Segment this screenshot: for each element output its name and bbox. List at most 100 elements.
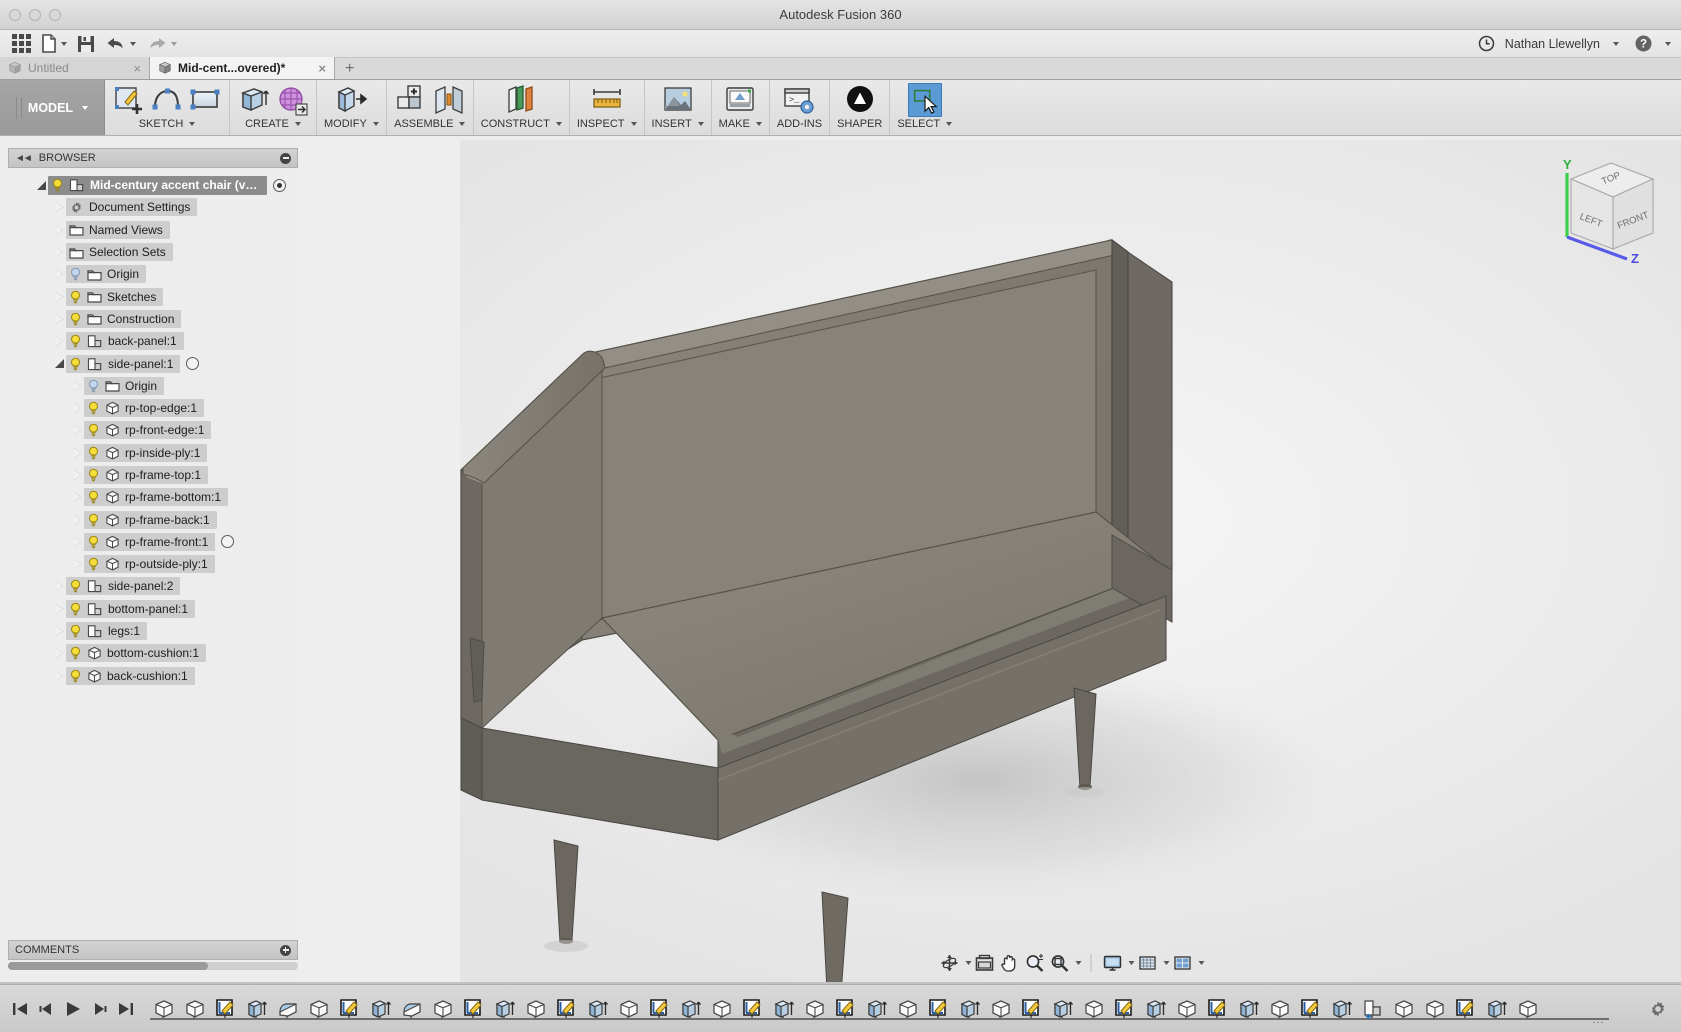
timeline-feature[interactable]	[861, 993, 892, 1025]
circle-minus-icon[interactable]	[280, 152, 291, 164]
visibility-bulb-icon[interactable]	[87, 557, 100, 571]
expander-expand-icon[interactable]	[52, 648, 66, 659]
visibility-bulb-icon[interactable]	[69, 267, 82, 281]
tree-row-bottom-cushion-1[interactable]: bottom-cushion:1	[8, 642, 298, 664]
tree-row-rp-frame-bottom-1[interactable]: rp-frame-bottom:1	[8, 486, 298, 508]
redo-button[interactable]	[142, 32, 181, 56]
tree-item-chip[interactable]: Document Settings	[66, 198, 198, 217]
tree-row-back-panel-1[interactable]: back-panel:1	[8, 330, 298, 352]
timeline-feature[interactable]	[1140, 993, 1171, 1025]
visibility-bulb-icon[interactable]	[69, 334, 82, 348]
timeline-feature[interactable]	[613, 993, 644, 1025]
timeline-feature[interactable]	[148, 993, 179, 1025]
timeline-feature[interactable]	[396, 993, 427, 1025]
timeline-feature[interactable]	[1233, 993, 1264, 1025]
timeline-feature[interactable]	[272, 993, 303, 1025]
timeline-feature[interactable]	[303, 993, 334, 1025]
document-tab-untitled[interactable]: Untitled ×	[0, 57, 150, 79]
timeline-feature[interactable]	[644, 993, 675, 1025]
timeline-feature[interactable]	[1078, 993, 1109, 1025]
visibility-bulb-icon[interactable]	[87, 535, 100, 549]
timeline-feature[interactable]	[799, 993, 830, 1025]
browser-horizontal-scrollbar[interactable]	[8, 962, 298, 970]
help-button[interactable]: ?	[1635, 35, 1652, 52]
tree-item-chip[interactable]: rp-frame-back:1	[84, 510, 217, 529]
activate-component-radio-icon[interactable]	[221, 535, 235, 549]
chevron-down-icon[interactable]	[1665, 41, 1671, 46]
new-document-button[interactable]	[37, 32, 71, 56]
tree-item-chip[interactable]: rp-frame-top:1	[84, 466, 209, 484]
zoom-button[interactable]	[1022, 952, 1046, 974]
traffic-lights[interactable]	[9, 0, 61, 30]
offset-plane-icon[interactable]	[504, 83, 538, 117]
visibility-bulb-icon[interactable]	[69, 312, 82, 326]
tree-row-document-settings[interactable]: Document Settings	[8, 196, 298, 218]
viewports-button[interactable]	[1170, 952, 1194, 974]
tree-row-side-panel-1[interactable]: side-panel:1	[8, 352, 298, 374]
timeline-feature[interactable]	[520, 993, 551, 1025]
visibility-bulb-icon[interactable]	[69, 646, 82, 660]
timeline-track[interactable]: …	[146, 985, 1639, 1032]
new-component-icon[interactable]	[394, 83, 428, 117]
create-sketch-icon[interactable]	[112, 83, 146, 117]
3d-print-icon[interactable]	[723, 83, 757, 117]
timeline-feature[interactable]	[737, 993, 768, 1025]
tree-row-rp-frame-top-1[interactable]: rp-frame-top:1	[8, 464, 298, 486]
document-tab-chair[interactable]: Mid-cent...overed)* ×	[150, 57, 335, 79]
timeline-feature[interactable]	[365, 993, 396, 1025]
ribbon-panel-label[interactable]: MAKE	[719, 118, 762, 130]
chevron-down-icon[interactable]	[1075, 961, 1081, 965]
circle-plus-icon[interactable]	[280, 944, 291, 956]
timeline-feature[interactable]	[830, 993, 861, 1025]
timeline-feature[interactable]	[1047, 993, 1078, 1025]
zoom-window-button[interactable]	[1047, 952, 1071, 974]
expander-expand-icon[interactable]	[70, 425, 84, 436]
tree-item-chip[interactable]: Origin	[84, 376, 165, 395]
ribbon-panel-label[interactable]: INSERT	[652, 118, 704, 130]
tree-row-rp-frame-back-1[interactable]: rp-frame-back:1	[8, 508, 298, 530]
user-account-menu[interactable]: Nathan Llewellyn	[1505, 37, 1600, 51]
tree-row-sketches[interactable]: Sketches	[8, 285, 298, 307]
tree-item-chip[interactable]: back-cushion:1	[66, 666, 195, 685]
tree-row-rp-front-edge-1[interactable]: rp-front-edge:1	[8, 419, 298, 441]
expander-expand-icon[interactable]	[70, 380, 84, 391]
timeline-feature[interactable]	[179, 993, 210, 1025]
tree-item-chip[interactable]: rp-top-edge:1	[84, 399, 205, 418]
ribbon-panel-label[interactable]: CONSTRUCT	[481, 118, 562, 130]
display-settings-button[interactable]	[1100, 952, 1124, 974]
expander-expand-icon[interactable]	[52, 603, 66, 614]
timeline-feature[interactable]	[1481, 993, 1512, 1025]
insert-image-icon[interactable]	[661, 83, 695, 117]
tree-item-chip[interactable]: rp-inside-ply:1	[84, 443, 208, 462]
form-icon[interactable]	[275, 83, 309, 117]
expander-expand-icon[interactable]	[70, 514, 84, 525]
timeline-feature[interactable]	[1450, 993, 1481, 1025]
timeline-settings-button[interactable]	[1639, 1000, 1681, 1018]
timeline-feature[interactable]	[241, 993, 272, 1025]
timeline-feature[interactable]	[1202, 993, 1233, 1025]
activate-component-radio-icon[interactable]	[186, 357, 200, 371]
spline-icon[interactable]	[150, 83, 184, 117]
scripts-addins-icon[interactable]: >_	[782, 83, 816, 117]
timeline-feature[interactable]	[706, 993, 737, 1025]
tree-row-origin[interactable]: Origin	[8, 375, 298, 397]
tree-item-chip[interactable]: bottom-cushion:1	[66, 644, 207, 663]
expander-expand-icon[interactable]	[70, 403, 84, 414]
tree-row-side-panel-2[interactable]: side-panel:2	[8, 575, 298, 597]
chevron-down-icon[interactable]	[1613, 41, 1619, 46]
save-button[interactable]	[73, 32, 99, 56]
visibility-bulb-icon[interactable]	[87, 468, 100, 482]
expander-collapse-icon[interactable]	[52, 359, 66, 369]
ribbon-panel-label[interactable]: ADD-INS	[777, 118, 822, 130]
ribbon-panel-label[interactable]: MODIFY	[324, 118, 379, 130]
visibility-bulb-icon[interactable]	[87, 446, 100, 460]
tree-row-named-views[interactable]: Named Views	[8, 219, 298, 241]
expander-expand-icon[interactable]	[52, 269, 66, 280]
tree-item-chip[interactable]: Mid-century accent chair (v…	[48, 175, 268, 195]
chair-model-render[interactable]	[460, 140, 1681, 982]
rectangle-icon[interactable]	[188, 83, 222, 117]
timeline-feature[interactable]	[923, 993, 954, 1025]
expander-expand-icon[interactable]	[52, 291, 66, 302]
collapse-left-icon[interactable]: ◄◄	[15, 153, 33, 164]
timeline-feature[interactable]	[1419, 993, 1450, 1025]
